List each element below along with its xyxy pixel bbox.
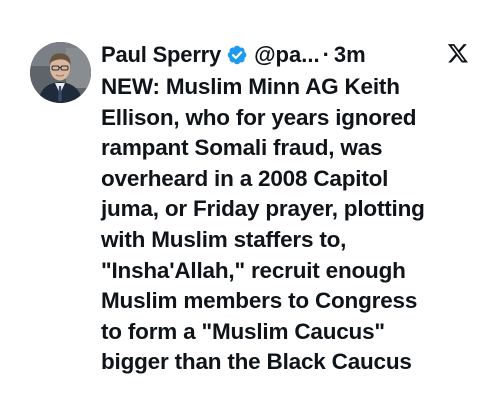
avatar[interactable] — [30, 42, 91, 103]
tweet-text-line: to form a "Muslim Caucus" — [101, 318, 385, 344]
author-handle[interactable]: @pa... — [254, 42, 319, 68]
tweet-text-line: with Muslim staffers to, — [101, 226, 347, 252]
tweet-text-line: overheard in a 2008 Capitol — [101, 165, 389, 191]
tweet-text-line: "Insha'Allah," recruit enough — [101, 257, 406, 283]
verified-badge-icon — [226, 44, 248, 66]
avatar-photo — [30, 42, 91, 103]
tweet-card: Paul Sperry @pa... · 3m NEW: Muslim Minn… — [0, 0, 500, 417]
header-separator: · — [322, 42, 330, 67]
tweet-text: NEW: Muslim Minn AG Keith Ellison, who f… — [101, 72, 486, 378]
tweet-text-line: juma, or Friday prayer, plotting — [101, 196, 425, 222]
author-display-name[interactable]: Paul Sperry — [101, 42, 221, 68]
tweet-text-line: Ellison, who for years ignored — [101, 104, 417, 130]
tweet-text-line: Muslim members to Congress — [101, 288, 418, 314]
tweet-text-line: NEW: Muslim Minn AG Keith — [101, 74, 400, 99]
tweet-text-line: rampant Somali fraud, was — [101, 135, 383, 161]
tweet-text-line: bigger than the Black Caucus — [101, 349, 412, 375]
x-logo-icon — [447, 42, 469, 64]
tweet-header: Paul Sperry @pa... · 3m — [101, 38, 481, 72]
tweet-timestamp[interactable]: 3m — [334, 42, 366, 68]
